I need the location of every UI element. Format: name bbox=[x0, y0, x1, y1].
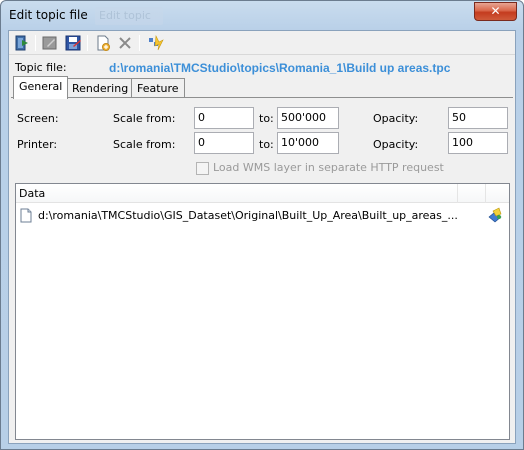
dialog-client-area: Topic file: d:\romania\TMCStudio\topics\… bbox=[8, 30, 516, 444]
edit-icon[interactable] bbox=[41, 34, 59, 52]
tab-general-label: General bbox=[19, 80, 63, 93]
tab-general[interactable]: General bbox=[13, 76, 69, 99]
printer-opacity-label: Opacity: bbox=[373, 138, 419, 151]
dialog-window: Edit topic file Edit topic ✕ Topic file:… bbox=[0, 0, 524, 450]
toolbar-separator bbox=[139, 35, 140, 51]
printer-scale-to-input[interactable]: 10'000 bbox=[277, 132, 339, 154]
tab-rendering-label: Rendering bbox=[72, 82, 129, 95]
data-path: d:\romania\TMCStudio\GIS_Dataset\Origina… bbox=[38, 209, 458, 222]
screen-opacity-label: Opacity: bbox=[373, 112, 419, 125]
toolbar bbox=[9, 31, 515, 55]
printer-scale-from-label: Scale from: bbox=[113, 138, 176, 151]
wizard-icon[interactable] bbox=[147, 34, 165, 52]
window-title: Edit topic file bbox=[9, 8, 88, 22]
printer-scale-from-input[interactable]: 0 bbox=[194, 132, 254, 154]
exit-icon[interactable] bbox=[13, 34, 31, 52]
delete-icon[interactable] bbox=[116, 34, 134, 52]
data-list[interactable]: Data d:\romania\TMCStudio\GIS_Dataset\Or… bbox=[15, 183, 510, 440]
printer-label: Printer: bbox=[17, 138, 58, 151]
topic-file-path: d:\romania\TMCStudio\topics\Romania_1\Bu… bbox=[109, 61, 451, 75]
title-bar[interactable]: Edit topic file Edit topic ✕ bbox=[1, 1, 523, 29]
screen-label: Screen: bbox=[17, 112, 59, 125]
wms-checkbox-label: Load WMS layer in separate HTTP request bbox=[213, 161, 444, 174]
file-icon bbox=[20, 208, 32, 226]
save-icon[interactable] bbox=[64, 34, 82, 52]
screen-scale-to-input[interactable]: 500'000 bbox=[277, 107, 339, 129]
screen-opacity-input[interactable]: 50 bbox=[448, 107, 508, 129]
tab-feature-label: Feature bbox=[137, 82, 179, 95]
data-list-header: Data bbox=[16, 184, 509, 203]
close-button[interactable]: ✕ bbox=[474, 2, 517, 21]
screen-to-label: to: bbox=[259, 112, 274, 125]
list-item[interactable]: d:\romania\TMCStudio\GIS_Dataset\Origina… bbox=[16, 206, 509, 226]
screen-scale-from-input[interactable]: 0 bbox=[194, 107, 254, 129]
tab-feature[interactable]: Feature bbox=[131, 78, 185, 98]
data-column-header[interactable]: Data bbox=[19, 187, 45, 200]
layer-properties-icon[interactable] bbox=[487, 207, 503, 226]
screen-scale-from-label: Scale from: bbox=[113, 112, 176, 125]
toolbar-separator bbox=[87, 35, 88, 51]
topic-file-label: Topic file: bbox=[15, 61, 67, 74]
background-window-title: Edit topic bbox=[95, 7, 163, 25]
printer-opacity-input[interactable]: 100 bbox=[448, 132, 508, 154]
wms-checkbox[interactable] bbox=[196, 162, 209, 175]
column-divider bbox=[457, 184, 458, 203]
new-file-icon[interactable] bbox=[94, 34, 112, 52]
toolbar-separator bbox=[35, 35, 36, 51]
column-divider bbox=[485, 184, 486, 203]
printer-to-label: to: bbox=[259, 138, 274, 151]
close-icon: ✕ bbox=[490, 4, 501, 18]
tab-rendering[interactable]: Rendering bbox=[66, 78, 135, 98]
